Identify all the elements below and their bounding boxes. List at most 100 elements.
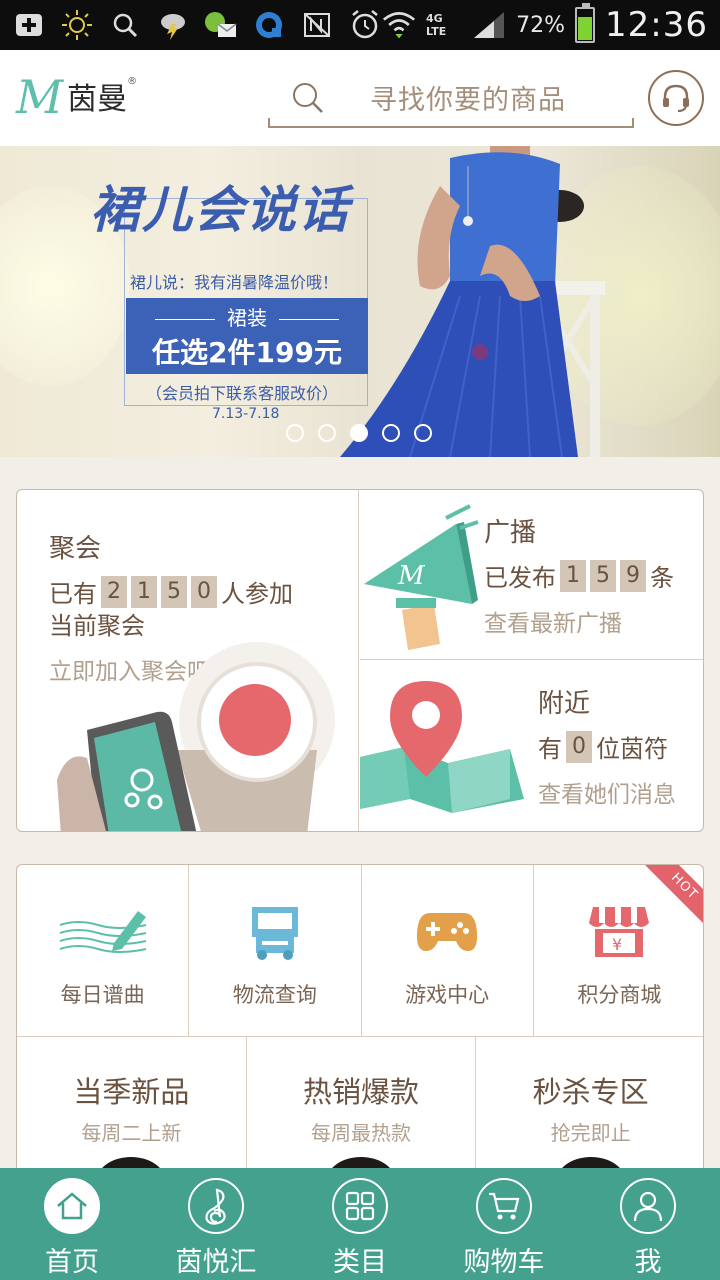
- carousel-dot[interactable]: [382, 424, 400, 442]
- service-points-mall[interactable]: HOT ¥ 积分商城: [534, 865, 703, 1036]
- browser-icon: [252, 8, 286, 42]
- broadcast-panel[interactable]: M 广播 已发布 1 5 9 条 查看最新广播: [360, 490, 703, 660]
- view-broadcast-link[interactable]: 查看最新广播: [484, 604, 622, 638]
- sun-icon: [60, 8, 94, 42]
- clock: 12:36: [605, 5, 708, 45]
- service-label: 每日谱曲: [60, 983, 145, 1007]
- gathering-digit: 1: [131, 575, 157, 608]
- nearby-panel[interactable]: 附近 有 0 位茵符 查看她们消息: [360, 661, 703, 831]
- megaphone-icon: M: [364, 504, 479, 650]
- promo-title: 秒杀专区: [532, 1075, 649, 1109]
- nav-me[interactable]: 我: [576, 1168, 720, 1280]
- nav-community[interactable]: 茵悦汇: [144, 1168, 288, 1280]
- community-card: 聚会 已有 2 1 5 0 人参加 当前聚会 立即加入聚会吧 M 广播 已发布 …: [16, 489, 704, 832]
- cart-icon: [489, 1192, 520, 1220]
- promo-grid: 当季新品 每周二上新 热销爆款 每周最热款 秒杀专区 抢完即止: [17, 1037, 703, 1174]
- gathering-panel[interactable]: 聚会 已有 2 1 5 0 人参加 当前聚会 立即加入聚会吧: [17, 490, 359, 831]
- services-card: 每日谱曲 物流查询 游戏中心 HOT ¥ 积分商城 当季新品 每周二上新 热销爆…: [16, 864, 704, 1174]
- carousel-dot[interactable]: [414, 424, 432, 442]
- nav-label: 首页: [45, 1247, 99, 1278]
- search-icon: [290, 80, 326, 120]
- nav-categories[interactable]: 类目: [288, 1168, 432, 1280]
- music-score-icon: [59, 911, 146, 953]
- add-notification-icon: [12, 8, 46, 42]
- gathering-suffix: 人参加: [221, 580, 293, 608]
- battery-percent: 72%: [516, 12, 566, 38]
- truck-icon: [251, 907, 298, 960]
- nearby-title: 附近: [538, 689, 591, 719]
- home-icon: [57, 1192, 87, 1220]
- view-nearby-link[interactable]: 查看她们消息: [538, 775, 676, 809]
- promo-new-season[interactable]: 当季新品 每周二上新: [17, 1037, 247, 1174]
- store-icon: ¥: [589, 907, 650, 957]
- headset-icon: [663, 84, 689, 112]
- banner-offer: 任选2件199元: [152, 336, 342, 369]
- model-in-dress-image: [340, 146, 605, 457]
- network-type: 4G LTE: [426, 12, 447, 38]
- brand-logo[interactable]: M 茵曼 ®: [16, 70, 138, 124]
- map-pin-icon: [360, 681, 524, 813]
- nearby-count-line: 有 0 位茵符: [538, 729, 668, 764]
- promo-subtitle: 每周最热款: [311, 1121, 411, 1145]
- nav-cart[interactable]: 购物车: [432, 1168, 576, 1280]
- gathering-title: 聚会: [49, 534, 102, 564]
- wifi-icon: [382, 8, 416, 42]
- promo-best-sellers[interactable]: 热销爆款 每周最热款: [247, 1037, 477, 1174]
- service-label: 积分商城: [577, 983, 662, 1007]
- nearby-prefix: 有: [538, 735, 562, 763]
- battery-icon: [575, 3, 596, 43]
- services-grid: 每日谱曲 物流查询 游戏中心 HOT ¥ 积分商城: [17, 865, 703, 1037]
- service-game-center[interactable]: 游戏中心: [362, 865, 534, 1036]
- user-icon: [633, 1191, 663, 1222]
- gamepad-icon: [417, 913, 478, 951]
- logo-text: 茵曼: [67, 82, 128, 117]
- service-daily-score[interactable]: 每日谱曲: [17, 865, 190, 1036]
- gathering-digit: 0: [191, 575, 217, 608]
- carousel-dot[interactable]: [286, 424, 304, 442]
- nearby-digit: 0: [566, 730, 592, 763]
- broadcast-count-line: 已发布 1 5 9 条: [484, 558, 674, 593]
- promo-subtitle: 每周二上新: [81, 1121, 182, 1145]
- carousel-dot[interactable]: [318, 424, 336, 442]
- broadcast-title: 广播: [484, 518, 537, 548]
- alarm-icon: [348, 8, 382, 42]
- svg-text:¥: ¥: [612, 935, 622, 954]
- gathering-line2: 当前聚会: [49, 612, 145, 640]
- promo-title: 热销爆款: [303, 1075, 420, 1109]
- banner-note: （会员拍下联系客服改价）: [146, 384, 339, 403]
- treble-clef-icon: [205, 1188, 226, 1225]
- grid-icon: [345, 1191, 375, 1221]
- promo-subtitle: 抢完即止: [550, 1121, 631, 1145]
- search-placeholder: 寻找你要的商品: [370, 85, 566, 116]
- logo-mark: M: [16, 70, 64, 124]
- broadcast-digit: 9: [620, 559, 646, 592]
- service-logistics[interactable]: 物流查询: [189, 865, 362, 1036]
- bottom-navigation: 首页 茵悦汇 类目 购物车 我: [0, 1168, 720, 1280]
- signal-icon: [472, 8, 506, 42]
- broadcast-digit: 1: [560, 559, 586, 592]
- broadcast-digit: 5: [590, 559, 616, 592]
- banner-offer-box: 裙装 任选2件199元: [126, 298, 368, 374]
- search-input[interactable]: 寻找你要的商品: [268, 72, 634, 128]
- search-icon: [108, 8, 142, 42]
- nfc-icon: [300, 8, 334, 42]
- status-bar: 4G LTE 72% 12:36: [0, 0, 720, 50]
- gathering-digit: 2: [101, 575, 127, 608]
- customer-service-button[interactable]: [648, 70, 704, 126]
- nav-label: 我: [634, 1247, 662, 1278]
- app-header: M 茵曼 ® 寻找你要的商品: [0, 50, 720, 146]
- promo-banner-carousel[interactable]: 裙儿会说话 裙儿说：我有消暑降温价哦！ 裙装 任选2件199元 （会员拍下联系客…: [0, 146, 720, 457]
- promo-flash-sale[interactable]: 秒杀专区 抢完即止: [476, 1037, 703, 1174]
- registered-mark: ®: [127, 76, 138, 87]
- gathering-count-line: 已有 2 1 5 0 人参加: [49, 574, 293, 609]
- broadcast-prefix: 已发布: [484, 564, 556, 592]
- banner-category: 裙装: [126, 298, 368, 331]
- banner-subtitle: 裙儿说：我有消暑降温价哦！: [130, 273, 339, 292]
- weather-storm-icon: [156, 8, 190, 42]
- nav-home[interactable]: 首页: [0, 1168, 144, 1280]
- service-label: 物流查询: [232, 983, 317, 1007]
- broadcast-suffix: 条: [650, 564, 674, 592]
- gathering-digit: 5: [161, 575, 187, 608]
- nav-label: 茵悦汇: [175, 1247, 257, 1278]
- carousel-dot[interactable]: [350, 424, 368, 442]
